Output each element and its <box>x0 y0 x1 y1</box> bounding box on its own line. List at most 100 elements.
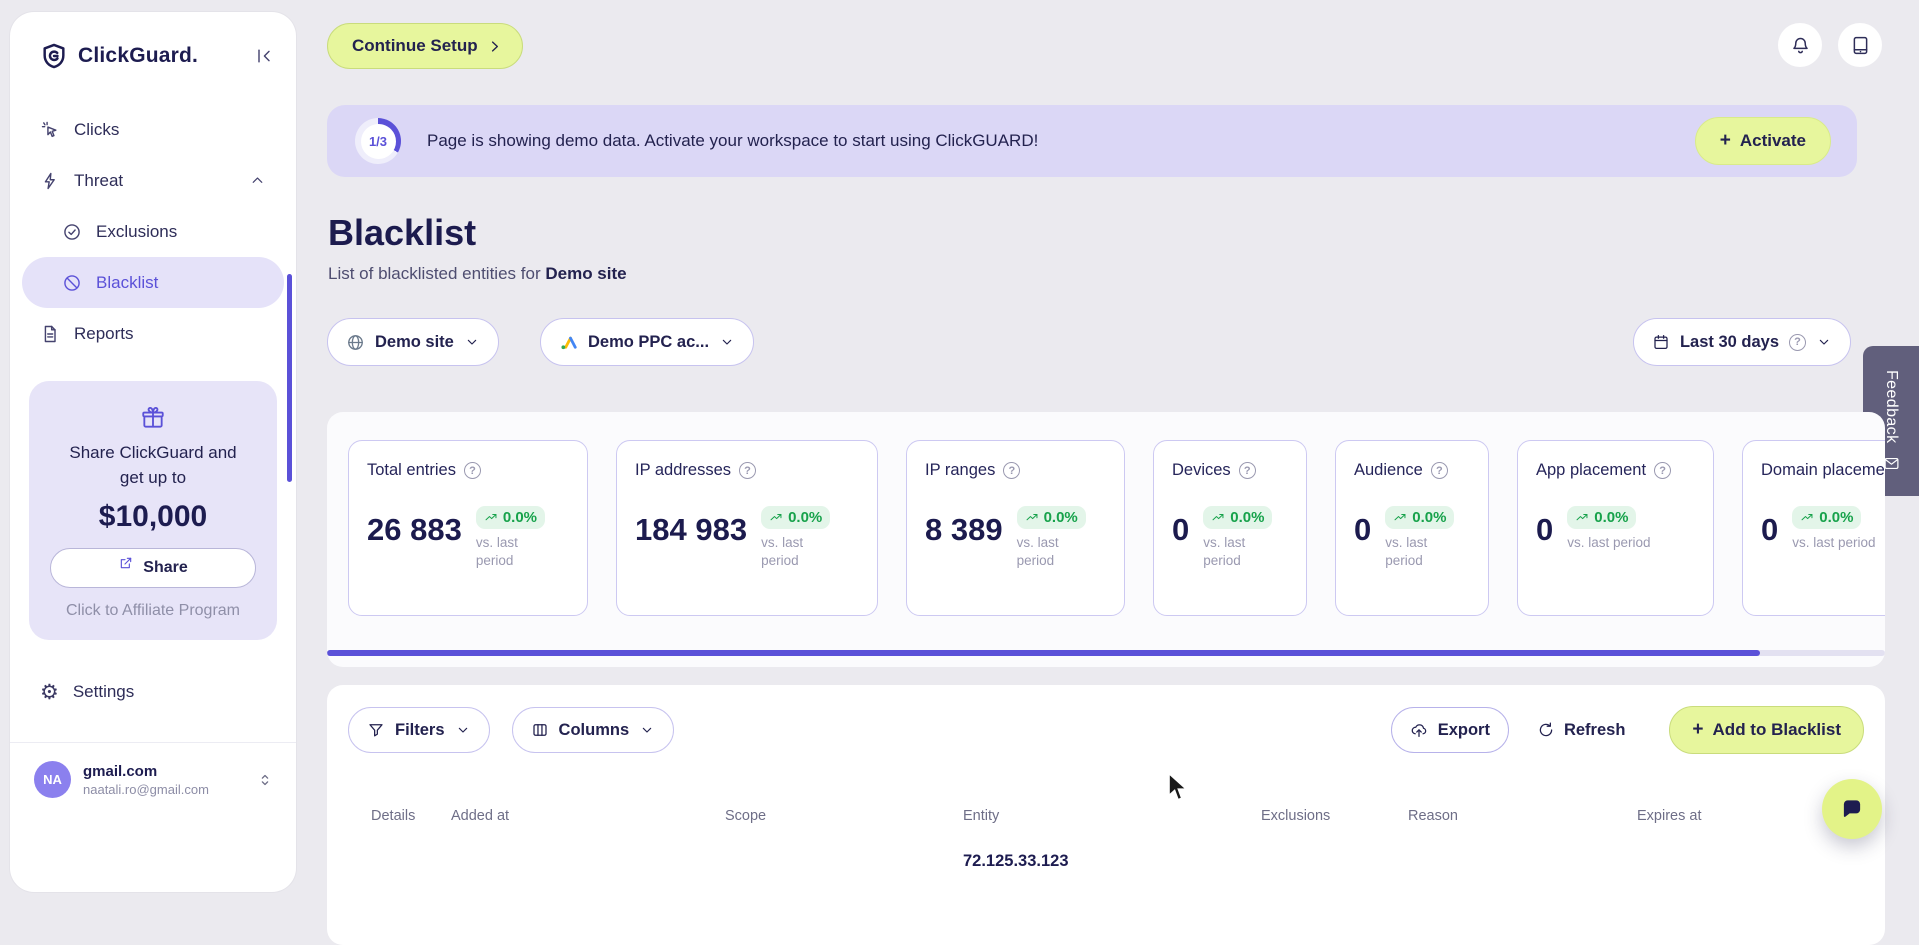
trend-caption: vs. last period <box>1385 535 1428 569</box>
trend-caption: vs. last period <box>1016 535 1059 569</box>
export-button[interactable]: Export <box>1390 707 1509 753</box>
date-range-value: Last 30 days <box>1679 332 1779 351</box>
ppc-account-selector[interactable]: Demo PPC ac... <box>540 318 755 366</box>
sidebar-item-exclusions[interactable]: Exclusions <box>22 206 284 257</box>
trend-up-icon <box>1026 513 1038 520</box>
column-header[interactable]: Entity <box>963 808 1261 824</box>
site-selector-value: Demo site <box>375 332 454 351</box>
sidebar-item-blacklist[interactable]: Blacklist <box>22 257 284 308</box>
sidebar-item-settings[interactable]: ⚙ Settings <box>10 670 296 714</box>
sidebar-item-threat[interactable]: Threat <box>22 155 284 206</box>
affiliate-promo-card: Share ClickGuard and get up to $10,000 S… <box>29 381 277 641</box>
table-header-row: Details Added at Scope Entity Exclusions… <box>371 808 1864 824</box>
columns-icon <box>531 721 549 739</box>
google-ads-icon <box>559 333 578 352</box>
guide-button[interactable] <box>1838 23 1882 67</box>
sidebar-item-label: Reports <box>74 323 134 343</box>
table-row[interactable]: 72.125.33.123 <box>371 852 1864 871</box>
help-icon[interactable]: ? <box>463 462 481 479</box>
collapse-sidebar-icon[interactable] <box>254 46 274 66</box>
page-subtitle-prefix: List of blacklisted entities for <box>328 264 541 283</box>
filters-label: Filters <box>395 720 445 739</box>
columns-button[interactable]: Columns <box>511 707 675 753</box>
refresh-button[interactable]: Refresh <box>1537 721 1625 740</box>
stat-card-devices: Devices ? 0 0.0% vs. last period <box>1153 440 1307 616</box>
sidebar-scrollbar[interactable] <box>287 274 292 482</box>
trend-up-icon <box>485 513 497 520</box>
chevron-updown-icon[interactable] <box>256 771 274 789</box>
stat-value: 0 <box>1536 512 1554 547</box>
export-label: Export <box>1437 720 1490 739</box>
trend-badge: 0.0% <box>1567 506 1637 529</box>
promo-amount: $10,000 <box>98 500 208 534</box>
book-icon <box>1850 35 1871 56</box>
cloud-export-icon <box>1410 721 1428 739</box>
trend-badge: 0.0% <box>1203 506 1273 529</box>
column-header[interactable]: Details <box>371 808 451 824</box>
arrow-right-icon <box>487 39 502 54</box>
external-link-icon <box>118 555 134 571</box>
help-icon[interactable]: ? <box>739 462 757 479</box>
column-header[interactable]: Scope <box>725 808 963 824</box>
trend-up-icon <box>1212 513 1224 520</box>
refresh-icon <box>1537 721 1555 739</box>
notifications-button[interactable] <box>1778 23 1822 67</box>
continue-setup-button[interactable]: Continue Setup <box>327 23 523 69</box>
account-name: gmail.com <box>83 762 158 780</box>
site-selector[interactable]: Demo site <box>327 318 499 366</box>
add-to-blacklist-button[interactable]: + Add to Blacklist <box>1669 706 1864 754</box>
table-toolbar: Filters Columns Export Refresh + Add to … <box>348 706 1864 754</box>
entity-cell[interactable]: 72.125.33.123 <box>963 852 1261 871</box>
stats-scrollbar-track <box>327 650 1885 656</box>
filters-button[interactable]: Filters <box>348 707 490 753</box>
help-icon[interactable]: ? <box>1430 462 1448 479</box>
share-button[interactable]: Share <box>50 548 256 589</box>
logo-text: ClickGuard. <box>78 44 199 67</box>
sidebar-item-reports[interactable]: Reports <box>22 308 284 359</box>
chevron-down-icon <box>1816 334 1832 350</box>
continue-setup-label: Continue Setup <box>352 36 478 55</box>
sidebar-item-clicks[interactable]: Clicks <box>22 104 284 155</box>
globe-icon <box>346 333 365 352</box>
ban-icon <box>62 273 82 293</box>
banner-message: Page is showing demo data. Activate your… <box>427 131 1039 150</box>
stat-card-ip-ranges: IP ranges ? 8 389 0.0% vs. last period <box>906 440 1125 616</box>
stats-panel: Total entries ? 26 883 0.0% vs. last per… <box>327 412 1885 667</box>
chat-widget-button[interactable] <box>1822 779 1882 839</box>
setup-progress-label: 1/3 <box>360 123 396 159</box>
stat-card-domain-placement: Domain placement ? 0 0.0% vs. last perio… <box>1742 440 1885 616</box>
trend-badge: 0.0% <box>1792 506 1862 529</box>
date-range-selector[interactable]: Last 30 days ? <box>1632 318 1851 366</box>
trend-caption: vs. last period <box>761 535 804 569</box>
chevron-up-icon[interactable] <box>249 172 266 189</box>
column-header[interactable]: Reason <box>1408 808 1637 824</box>
bolt-icon <box>40 171 60 191</box>
column-header[interactable]: Added at <box>451 808 725 824</box>
trend-badge: 0.0% <box>1385 506 1455 529</box>
activate-label: Activate <box>1739 131 1806 150</box>
trend-caption: vs. last period <box>1567 535 1651 550</box>
clickguard-logo-icon <box>40 42 68 70</box>
help-icon[interactable]: ? <box>1003 462 1021 479</box>
help-icon[interactable]: ? <box>1238 462 1256 479</box>
trend-up-icon <box>770 513 782 520</box>
gift-icon <box>140 405 166 431</box>
help-icon[interactable]: ? <box>1789 333 1806 351</box>
stat-value: 0 <box>1354 512 1372 547</box>
avatar: NA <box>34 761 71 799</box>
stats-scrollbar-thumb[interactable] <box>327 650 1761 656</box>
stat-value: 0 <box>1172 512 1190 547</box>
activate-button[interactable]: + Activate <box>1694 117 1831 165</box>
help-icon[interactable]: ? <box>1654 462 1672 479</box>
sidebar-item-label: Clicks <box>74 119 120 139</box>
affiliate-link[interactable]: Click to Affiliate Program <box>66 602 240 620</box>
stat-card-audience: Audience ? 0 0.0% vs. last period <box>1335 440 1489 616</box>
cursor-click-icon <box>40 120 60 140</box>
plus-icon: + <box>1692 719 1704 740</box>
bell-icon <box>1790 35 1811 56</box>
chevron-down-icon <box>464 334 480 350</box>
stat-value: 26 883 <box>367 512 462 547</box>
account-switcher[interactable]: NA gmail.com naatali.ro@gmail.com <box>10 742 296 799</box>
stat-label: Devices <box>1172 461 1231 479</box>
column-header[interactable]: Exclusions <box>1261 808 1408 824</box>
